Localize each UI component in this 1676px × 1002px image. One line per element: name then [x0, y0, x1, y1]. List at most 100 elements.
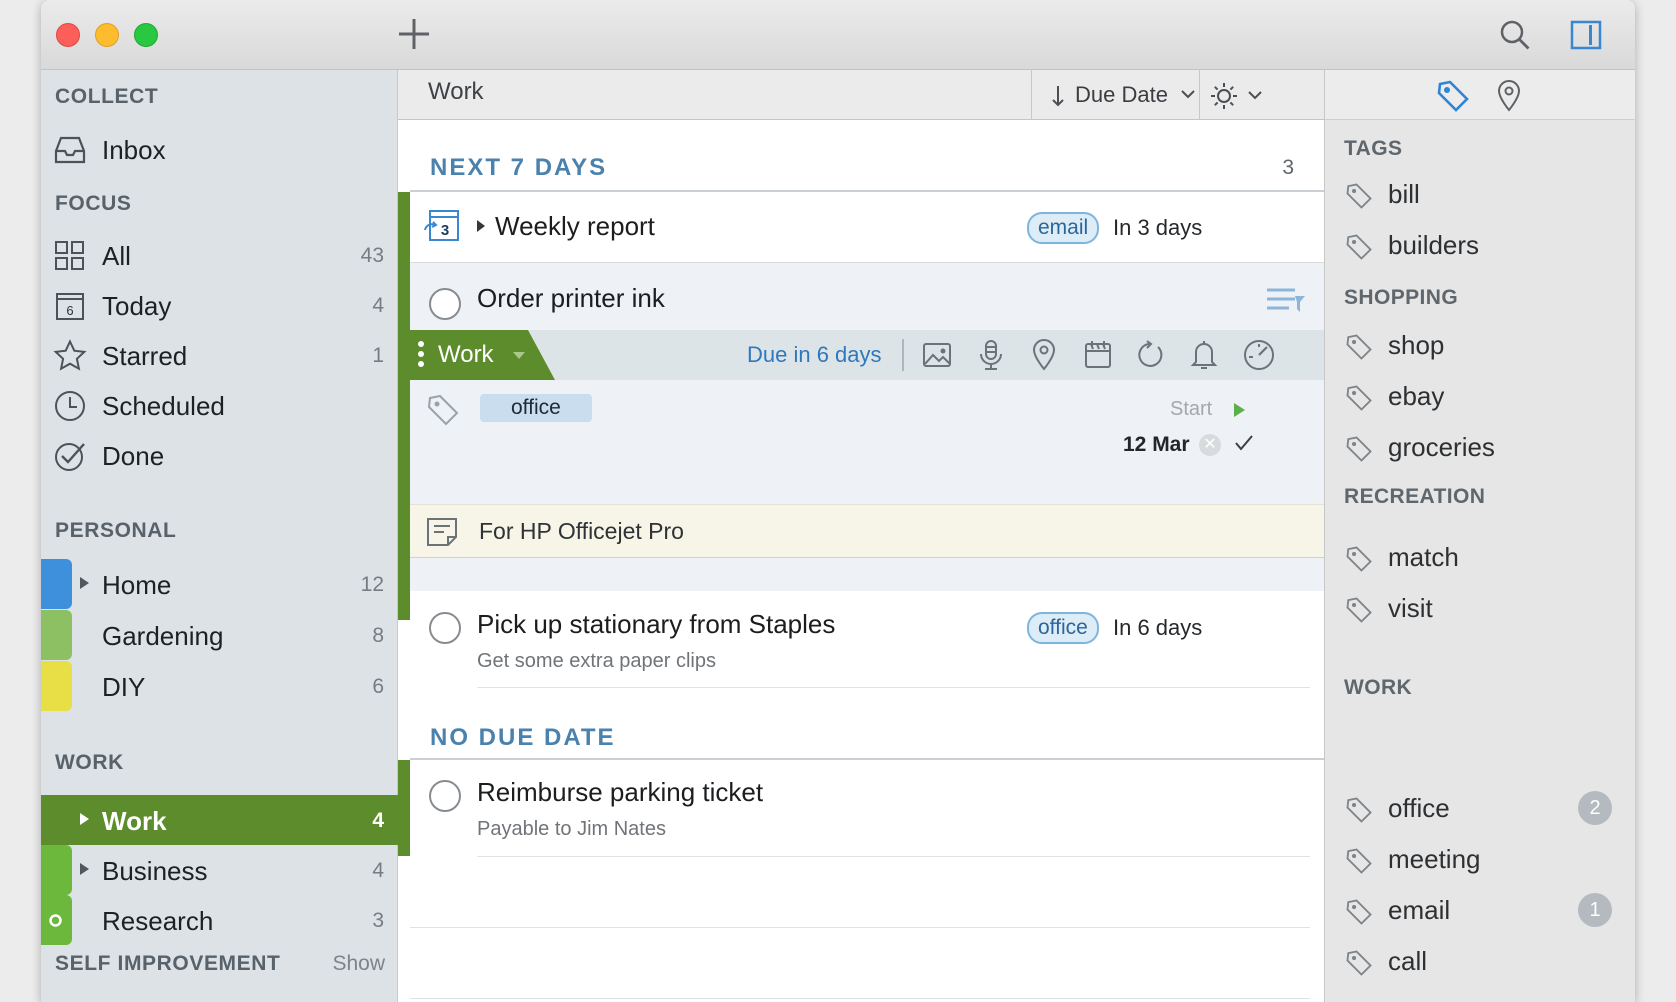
task-row[interactable]: 3 Weekly report email In 3 days — [410, 192, 1324, 262]
lists-sidebar: COLLECT Inbox FOCUS All 43 6 Today 4 Sta… — [41, 70, 398, 1002]
sidebar-item-research[interactable]: Research 3 — [41, 895, 398, 945]
task-row[interactable]: Reimburse parking ticket Payable to Jim … — [410, 760, 1324, 856]
disclosure-triangle-icon[interactable] — [80, 813, 89, 825]
tag-item-ebay[interactable]: ebay — [1325, 372, 1635, 420]
location-pin-icon[interactable] — [1031, 339, 1057, 371]
tag-chip[interactable]: office — [1027, 612, 1099, 644]
tag-item-visit[interactable]: visit — [1325, 584, 1635, 632]
drag-handle-icon[interactable] — [418, 341, 424, 347]
start-play-icon[interactable] — [1234, 403, 1245, 417]
group-count: 3 — [1282, 156, 1294, 179]
location-filter-icon[interactable] — [1495, 79, 1523, 113]
tag-filter-icon[interactable] — [1436, 79, 1470, 113]
tag-item-builders[interactable]: builders — [1325, 221, 1635, 269]
item-count: 4 — [372, 859, 384, 882]
star-icon — [53, 339, 87, 371]
clear-date-button[interactable]: ✕ — [1199, 434, 1221, 456]
section-focus: FOCUS — [55, 192, 132, 215]
sidebar-item-all[interactable]: All 43 — [41, 230, 398, 280]
sidebar-item-today[interactable]: 6 Today 4 — [41, 280, 398, 330]
tag-item-email[interactable]: email 1 — [1325, 886, 1635, 934]
clock-icon — [55, 391, 85, 421]
tag-chip[interactable]: office — [480, 394, 592, 422]
tag-icon — [1346, 597, 1372, 623]
toggle-sidebar-button[interactable] — [1567, 16, 1605, 54]
task-title[interactable]: Order printer ink — [477, 283, 665, 314]
task-row[interactable]: Pick up stationary from Staples office I… — [410, 592, 1324, 688]
task-checkbox[interactable] — [429, 780, 461, 812]
task-note[interactable]: For HP Officejet Pro — [410, 504, 1324, 558]
sidebar-item-home[interactable]: Home 12 — [41, 559, 398, 609]
sidebar-panel-icon — [1570, 20, 1602, 50]
bell-icon[interactable] — [1190, 339, 1218, 371]
tag-icon — [1346, 848, 1372, 874]
close-window-button[interactable] — [56, 23, 80, 47]
disclosure-triangle-icon[interactable] — [80, 577, 89, 589]
task-list-pane: Work Due Date NEXT 7 DAYS 3 3 Weekly rep… — [398, 70, 1324, 1002]
recurring-calendar-icon[interactable]: 3 — [424, 208, 460, 242]
calendar-icon[interactable] — [1083, 340, 1113, 370]
due-date-button[interactable]: Due in 6 days — [747, 342, 882, 368]
microphone-icon[interactable] — [976, 339, 1006, 371]
sun-settings-icon — [1211, 83, 1237, 109]
divider — [1031, 70, 1032, 120]
reorder-menu-icon[interactable] — [1266, 287, 1306, 313]
sidebar-item-business[interactable]: Business 4 — [41, 845, 398, 895]
sidebar-item-gardening[interactable]: Gardening 8 — [41, 610, 398, 660]
sort-label: Due Date — [1075, 82, 1168, 107]
tag-item-bill[interactable]: bill — [1325, 170, 1635, 218]
tag-item-groceries[interactable]: groceries — [1325, 423, 1635, 471]
add-task-button[interactable] — [394, 14, 434, 54]
repeat-icon[interactable] — [1136, 340, 1166, 370]
task-title: Reimburse parking ticket — [477, 777, 764, 807]
tag-item-call[interactable]: call — [1325, 937, 1635, 985]
list-color-bar — [398, 192, 410, 620]
sidebar-item-inbox[interactable]: Inbox — [41, 124, 398, 174]
tag-item-meeting[interactable]: meeting — [1325, 835, 1635, 883]
zoom-window-button[interactable] — [134, 23, 158, 47]
group-header-next-7-days: NEXT 7 DAYS — [430, 154, 608, 181]
project-dropdown[interactable]: Work — [410, 330, 555, 380]
chevron-down-icon — [1181, 90, 1195, 99]
tag-icon[interactable] — [426, 393, 460, 427]
section-personal: PERSONAL — [55, 519, 177, 542]
search-button[interactable] — [1496, 16, 1534, 54]
sidebar-item-label: Gardening — [102, 621, 224, 651]
view-options-dropdown[interactable] — [1210, 70, 1276, 120]
sidebar-item-label: Today — [102, 291, 172, 321]
sidebar-item-label: Inbox — [102, 135, 166, 165]
sidebar-item-starred[interactable]: Starred 1 — [41, 330, 398, 380]
tag-label: match — [1388, 542, 1459, 572]
tag-item-match[interactable]: match — [1325, 533, 1635, 581]
sidebar-item-label: Starred — [102, 341, 188, 371]
group-header-no-due-date: NO DUE DATE — [430, 724, 616, 751]
tag-label: meeting — [1388, 844, 1481, 874]
chevron-down-icon — [1248, 91, 1262, 100]
sidebar-item-done[interactable]: Done — [41, 430, 398, 480]
sort-arrow-icon — [1052, 86, 1064, 107]
tag-chip[interactable]: email — [1027, 212, 1100, 244]
sidebar-item-diy[interactable]: DIY 6 — [41, 661, 398, 711]
task-checkbox[interactable] — [429, 612, 461, 644]
minimize-window-button[interactable] — [95, 23, 119, 47]
tag-item-shop[interactable]: shop — [1325, 321, 1635, 369]
sort-dropdown[interactable]: Due Date — [1041, 70, 1199, 120]
list-title: Work — [428, 78, 484, 105]
tag-item-office[interactable]: office 2 — [1325, 784, 1635, 832]
sidebar-item-work[interactable]: Work 4 — [41, 795, 398, 845]
row-divider — [477, 856, 1310, 857]
tag-icon — [1346, 234, 1372, 260]
gauge-icon[interactable] — [1243, 339, 1275, 371]
show-section-button[interactable]: Show — [332, 952, 385, 976]
task-checkbox[interactable] — [429, 288, 461, 320]
item-count: 4 — [372, 809, 384, 832]
tag-count-badge: 1 — [1578, 893, 1612, 927]
item-count: 8 — [372, 624, 384, 647]
sidebar-item-scheduled[interactable]: Scheduled — [41, 380, 398, 430]
list-color-strip — [41, 559, 72, 609]
image-icon[interactable] — [922, 340, 952, 370]
tag-section-work: WORK — [1344, 676, 1413, 699]
checkmark-icon[interactable] — [1235, 435, 1253, 451]
disclosure-triangle-icon[interactable] — [80, 863, 89, 875]
expand-subtasks-icon[interactable] — [477, 220, 485, 232]
